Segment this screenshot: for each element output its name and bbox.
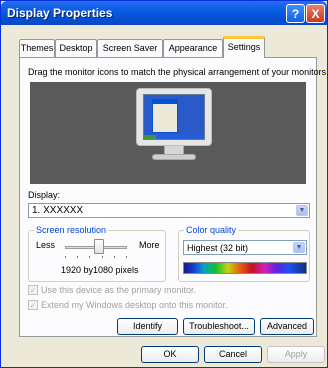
settings-panel: Drag the monitor icons to match the phys… bbox=[19, 57, 328, 337]
less-label: Less bbox=[36, 240, 56, 250]
extend-desktop-checkbox[interactable]: ✓ Extend my Windows desktop onto this mo… bbox=[28, 300, 228, 310]
display-properties-window: Display Properties ? X Themes Desktop Sc… bbox=[0, 0, 328, 368]
chevron-down-icon[interactable]: ▼ bbox=[293, 242, 305, 253]
color-quality-group: Color quality Highest (32 bit) ▼ bbox=[178, 225, 310, 282]
tab-appearance[interactable]: Appearance bbox=[163, 39, 223, 57]
screen-resolution-group: Screen resolution Less More 1920 by1080 … bbox=[28, 225, 166, 282]
display-select[interactable]: 1. XXXXXX ▼ bbox=[28, 203, 310, 218]
help-button[interactable]: ? bbox=[286, 4, 305, 23]
advanced-button[interactable]: Advanced bbox=[260, 318, 314, 335]
display-select-value: 1. XXXXXX bbox=[32, 205, 84, 216]
color-quality-value: Highest (32 bit) bbox=[187, 243, 249, 253]
screen-resolution-title: Screen resolution bbox=[34, 225, 109, 235]
slider-ticks bbox=[65, 256, 127, 258]
title-bar[interactable]: Display Properties ? X bbox=[1, 1, 327, 25]
checkbox-check-icon: ✓ bbox=[28, 285, 38, 295]
window-title: Display Properties bbox=[7, 6, 113, 20]
cancel-button[interactable]: Cancel bbox=[204, 346, 262, 363]
tab-settings[interactable]: Settings bbox=[223, 36, 265, 58]
chevron-down-icon[interactable]: ▼ bbox=[296, 205, 308, 216]
instruction-text: Drag the monitor icons to match the phys… bbox=[28, 67, 328, 77]
monitor-icon[interactable] bbox=[136, 88, 212, 146]
tab-themes[interactable]: Themes bbox=[19, 39, 55, 57]
help-icon: ? bbox=[291, 6, 300, 21]
tab-screen-saver[interactable]: Screen Saver bbox=[97, 39, 163, 57]
close-button[interactable]: X bbox=[306, 4, 325, 23]
identify-button[interactable]: Identify bbox=[117, 318, 178, 335]
monitor-arrangement-area bbox=[30, 82, 306, 184]
color-spectrum-preview bbox=[183, 262, 307, 274]
extend-desktop-label: Extend my Windows desktop onto this moni… bbox=[41, 300, 228, 310]
resolution-slider-thumb[interactable] bbox=[94, 239, 105, 254]
apply-button[interactable]: Apply bbox=[267, 346, 325, 363]
start-button-thumbnail bbox=[144, 135, 156, 139]
primary-monitor-label: Use this device as the primary monitor. bbox=[41, 285, 197, 295]
monitor-screen bbox=[143, 94, 205, 140]
troubleshoot-button[interactable]: Troubleshoot... bbox=[183, 318, 255, 335]
monitor-neck bbox=[164, 146, 184, 154]
tab-desktop[interactable]: Desktop bbox=[55, 39, 97, 57]
primary-monitor-checkbox[interactable]: ✓ Use this device as the primary monitor… bbox=[28, 285, 196, 295]
close-icon: X bbox=[311, 6, 320, 21]
resolution-value: 1920 by1080 pixels bbox=[61, 265, 139, 275]
monitor-base bbox=[152, 154, 196, 160]
window-thumbnail bbox=[152, 99, 178, 133]
display-label: Display: bbox=[28, 190, 61, 200]
more-label: More bbox=[139, 240, 160, 250]
color-quality-title: Color quality bbox=[184, 225, 239, 235]
ok-button[interactable]: OK bbox=[141, 346, 199, 363]
color-quality-select[interactable]: Highest (32 bit) ▼ bbox=[183, 240, 307, 255]
checkbox-check-icon: ✓ bbox=[28, 300, 38, 310]
